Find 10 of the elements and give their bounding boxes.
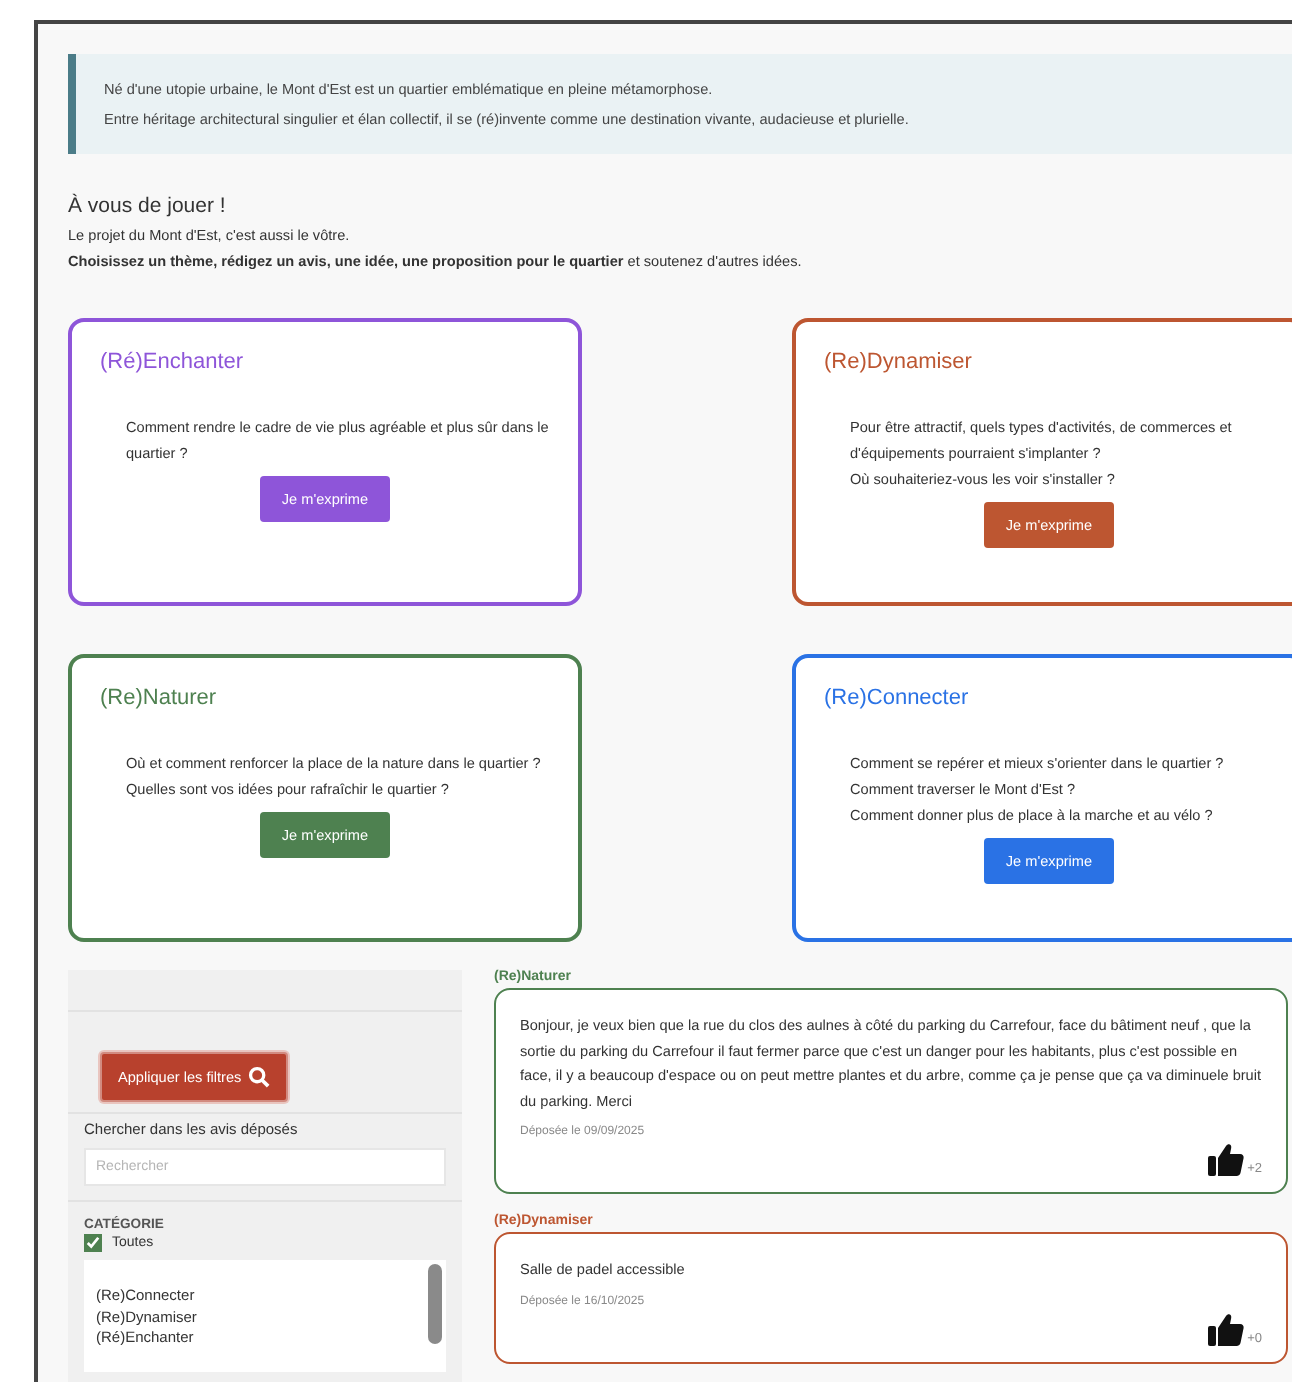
theme-title: (Re)Dynamiser: [824, 350, 974, 374]
thumbs-up-icon[interactable]: [1207, 1311, 1244, 1345]
theme-title: (Ré)Enchanter: [100, 350, 246, 374]
theme-title: (Re)Connecter: [824, 686, 971, 710]
section-heading: À vous de jouer !: [68, 194, 228, 218]
theme-title: (Re)Naturer: [100, 686, 219, 710]
checkbox[interactable]: [84, 1234, 102, 1252]
thumbs-up-icon[interactable]: [1207, 1142, 1244, 1176]
scrollbar-thumb[interactable]: [428, 1264, 442, 1344]
search-icon: [247, 1066, 270, 1088]
